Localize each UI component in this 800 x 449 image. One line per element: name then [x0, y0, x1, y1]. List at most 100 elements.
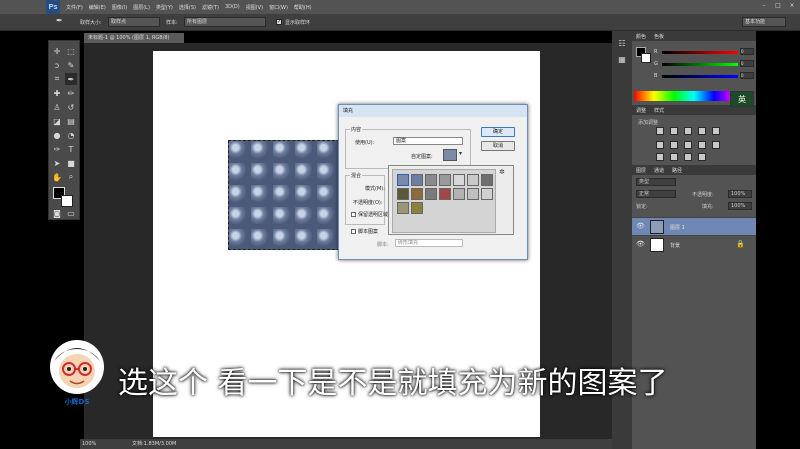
blue-value[interactable]: 0 [740, 72, 754, 79]
dodge-tool-icon[interactable]: ◔ [65, 129, 77, 141]
menu-file[interactable]: 文件(F) [66, 4, 83, 11]
eyedropper-tool-icon[interactable]: ✒ [65, 73, 77, 85]
menu-help[interactable]: 帮助(H) [294, 4, 312, 11]
crop-tool-icon[interactable]: ⌗ [51, 73, 63, 85]
layer-filter-kind[interactable]: 类型 [636, 178, 676, 186]
photo-filter-icon[interactable] [698, 141, 706, 149]
layer-row-background[interactable]: 👁 背景 🔒 [632, 235, 756, 253]
ime-indicator[interactable]: 英 [730, 91, 754, 107]
pattern-swatch[interactable] [397, 174, 409, 186]
workspace-select[interactable]: 基本功能 [742, 17, 786, 27]
menu-image[interactable]: 图像(I) [112, 4, 127, 11]
eyedropper-icon[interactable]: ✒ [56, 16, 63, 25]
gradient-map-icon[interactable] [698, 153, 706, 161]
menu-layer[interactable]: 图层(L) [133, 4, 150, 11]
pattern-swatch[interactable] [425, 174, 437, 186]
tab-layers[interactable]: 图层 [636, 167, 646, 174]
fill-value[interactable]: 100% [728, 202, 752, 210]
gear-icon[interactable]: ✲ [499, 168, 505, 176]
use-select[interactable]: 图案 [393, 137, 463, 145]
menu-window[interactable]: 窗口(W) [269, 4, 288, 11]
channel-mixer-icon[interactable] [712, 141, 720, 149]
menu-edit[interactable]: 编辑(E) [89, 4, 106, 11]
custom-pattern-swatch[interactable] [443, 149, 457, 161]
pattern-swatch[interactable] [397, 202, 409, 214]
document-tab[interactable]: 未标题-1 @ 100% (图层 1, RGB/8) [84, 33, 184, 43]
sample-select[interactable]: 所有图层 [184, 17, 266, 27]
quick-select-tool-icon[interactable]: ✎ [65, 59, 77, 71]
menu-filter[interactable]: 滤镜(T) [202, 4, 219, 11]
hand-tool-icon[interactable]: ✋ [51, 171, 63, 183]
color-balance-icon[interactable] [670, 141, 678, 149]
green-value[interactable]: 0 [740, 60, 754, 67]
tab-channels[interactable]: 通道 [654, 167, 664, 174]
brightness-icon[interactable] [656, 127, 664, 135]
posterize-icon[interactable] [670, 153, 678, 161]
minimize-button[interactable]: – [760, 2, 768, 10]
zoom-tool-icon[interactable]: ⌕ [65, 171, 77, 183]
history-panel-icon[interactable]: ☷ [616, 37, 628, 49]
green-slider[interactable] [662, 63, 738, 66]
exposure-icon[interactable] [698, 127, 706, 135]
path-select-icon[interactable]: ➤ [51, 157, 63, 169]
invert-icon[interactable] [656, 153, 664, 161]
red-value[interactable]: 0 [740, 48, 754, 55]
tab-styles[interactable]: 样式 [654, 107, 664, 114]
menu-3d[interactable]: 3D(D) [225, 4, 240, 10]
opacity-value[interactable]: 100% [728, 190, 752, 198]
threshold-icon[interactable] [684, 153, 692, 161]
layer-row-1[interactable]: 👁 图层 1 [632, 217, 756, 235]
lasso-tool-icon[interactable]: ↄ [51, 59, 63, 71]
menu-select[interactable]: 选择(S) [179, 4, 196, 11]
quick-mask-icon[interactable]: ◙ [51, 207, 63, 219]
healing-tool-icon[interactable]: ✚ [51, 87, 63, 99]
move-tool-icon[interactable]: ✛ [51, 45, 63, 57]
script-pattern-checkbox[interactable] [351, 229, 356, 234]
preserve-transparency-checkbox[interactable] [351, 212, 356, 217]
marquee-tool-icon[interactable]: ⬚ [65, 45, 77, 57]
pattern-swatch[interactable] [411, 202, 423, 214]
chevron-down-icon[interactable]: ▾ [459, 150, 462, 157]
pattern-swatch[interactable] [467, 188, 479, 200]
pen-tool-icon[interactable]: ✑ [51, 143, 63, 155]
script-select[interactable]: 砖形填充 [395, 239, 463, 247]
blur-tool-icon[interactable]: ● [51, 129, 63, 141]
pattern-swatch[interactable] [397, 188, 409, 200]
hue-sat-icon[interactable] [656, 141, 664, 149]
blend-mode-select[interactable]: 正常 [636, 190, 676, 198]
close-button[interactable]: × [788, 2, 796, 10]
pattern-swatch[interactable] [439, 188, 451, 200]
pattern-swatch[interactable] [425, 188, 437, 200]
menu-view[interactable]: 视图(V) [246, 4, 263, 11]
red-slider[interactable] [662, 51, 738, 54]
black-white-icon[interactable] [684, 141, 692, 149]
tab-swatches[interactable]: 色板 [654, 33, 664, 40]
pattern-swatch[interactable] [411, 174, 423, 186]
eraser-tool-icon[interactable]: ◪ [51, 115, 63, 127]
background-color-swatch[interactable] [61, 195, 73, 207]
curves-icon[interactable] [684, 127, 692, 135]
pattern-swatch[interactable] [467, 174, 479, 186]
gradient-tool-icon[interactable]: ▤ [65, 115, 77, 127]
screen-mode-icon[interactable]: ▭ [65, 207, 77, 219]
vibrance-icon[interactable] [712, 127, 720, 135]
ok-button[interactable]: 确定 [481, 127, 515, 137]
pattern-swatch[interactable] [481, 188, 493, 200]
maximize-button[interactable]: □ [774, 2, 782, 10]
eye-icon[interactable]: 👁 [636, 222, 645, 230]
cancel-button[interactable]: 取消 [481, 141, 515, 151]
pattern-swatch[interactable] [411, 188, 423, 200]
pattern-swatch[interactable] [481, 174, 493, 186]
tab-color[interactable]: 颜色 [636, 33, 646, 40]
sample-size-select[interactable]: 取样点 [108, 17, 160, 27]
pattern-swatch[interactable] [453, 174, 465, 186]
type-tool-icon[interactable]: T [65, 143, 77, 155]
zoom-level[interactable]: 100% [82, 439, 96, 449]
history-brush-icon[interactable]: ↺ [65, 101, 77, 113]
tab-adjustments[interactable]: 调整 [636, 107, 646, 114]
tab-paths[interactable]: 路径 [672, 167, 682, 174]
shape-tool-icon[interactable]: ■ [65, 157, 77, 169]
eye-icon[interactable]: 👁 [636, 240, 645, 248]
levels-icon[interactable] [670, 127, 678, 135]
bg-color-chip[interactable] [641, 53, 651, 63]
